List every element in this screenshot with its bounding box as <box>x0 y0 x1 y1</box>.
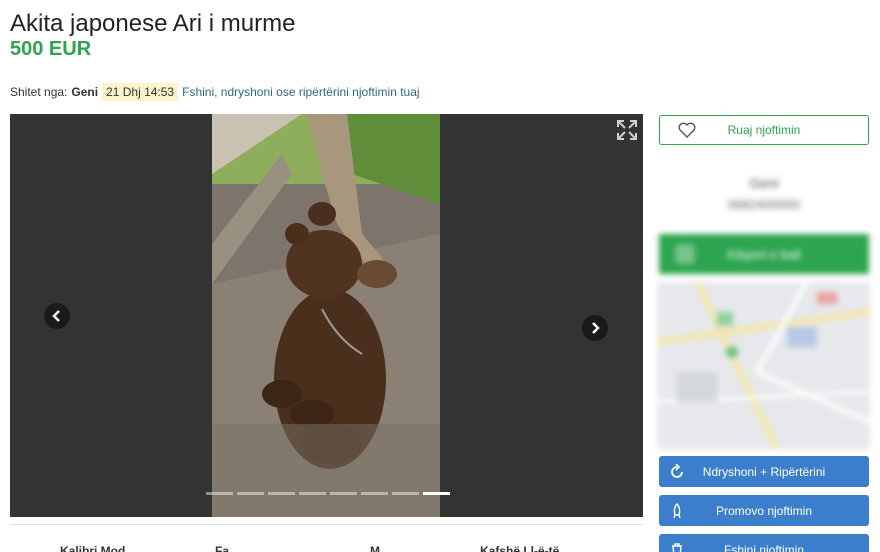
trash-icon <box>672 543 682 552</box>
gallery-dot[interactable] <box>237 492 264 495</box>
listing-meta: Shitet nga: Geni 21 Dhj 14:53 Fshini, nd… <box>10 83 420 101</box>
promote-label: Promovo njoftimin <box>715 503 813 518</box>
seller-name: Geni <box>749 175 779 191</box>
details-tabs: Kalibri Mod... Fa... M... Kafshë Ll-ë-të… <box>10 544 643 552</box>
listing-date: 21 Dhj 14:53 <box>102 83 179 101</box>
seller-phone: 0682400000 <box>727 197 801 212</box>
save-listing-button[interactable]: Ruaj njoftimin <box>659 115 869 145</box>
sold-by-label: Shitet nga: <box>10 85 68 99</box>
tab-peek[interactable]: Fa... <box>215 544 239 552</box>
listing-title: Akita japonese Ari i murme <box>10 10 296 37</box>
rocket-icon <box>673 503 681 519</box>
edit-renew-button[interactable]: Ndryshoni + Ripërtërini <box>659 456 869 487</box>
heart-icon <box>678 122 696 138</box>
location-map[interactable] <box>657 282 870 449</box>
tab-peek[interactable]: Kalibri Mod... <box>60 544 135 552</box>
gallery-dot[interactable] <box>423 492 450 495</box>
promote-button[interactable]: Promovo njoftimin <box>659 495 869 526</box>
next-photo-button[interactable] <box>582 315 608 341</box>
gallery-dot[interactable] <box>206 492 233 495</box>
tab-peek[interactable]: Kafshë Ll-ë-të... <box>480 544 569 552</box>
gallery-dot[interactable] <box>361 492 388 495</box>
listing-photo[interactable] <box>212 114 440 517</box>
edit-renew-label: Ndryshoni + Ripërtërini <box>702 464 826 479</box>
gallery-dot[interactable] <box>392 492 419 495</box>
gallery-indicators <box>206 492 450 495</box>
seller-name-inline: Geni <box>71 85 99 99</box>
divider <box>10 524 643 525</box>
prev-photo-button[interactable] <box>44 303 70 329</box>
phone-icon <box>675 244 695 264</box>
chevron-left-icon <box>52 310 60 322</box>
edit-listing-link[interactable]: Fshini, ndryshoni ose ripërtërini njofti… <box>182 85 419 99</box>
delete-button[interactable]: Fshini njoftimin <box>659 534 869 552</box>
listing-price: 500 EUR <box>10 38 92 60</box>
photo-gallery[interactable] <box>10 114 643 517</box>
delete-label: Fshini njoftimin <box>723 542 805 552</box>
save-listing-label: Ruaj njoftimin <box>727 123 801 137</box>
gallery-dot[interactable] <box>299 492 326 495</box>
refresh-icon <box>671 464 683 478</box>
tab-peek[interactable]: M... <box>370 544 390 552</box>
chevron-right-icon <box>592 322 600 334</box>
contact-seller-label: Kliqoni e ball <box>727 246 801 262</box>
gallery-dot[interactable] <box>268 492 295 495</box>
gallery-dot[interactable] <box>330 492 357 495</box>
fullscreen-icon[interactable] <box>617 120 637 140</box>
contact-seller-button[interactable]: Kliqoni e ball <box>659 234 869 274</box>
